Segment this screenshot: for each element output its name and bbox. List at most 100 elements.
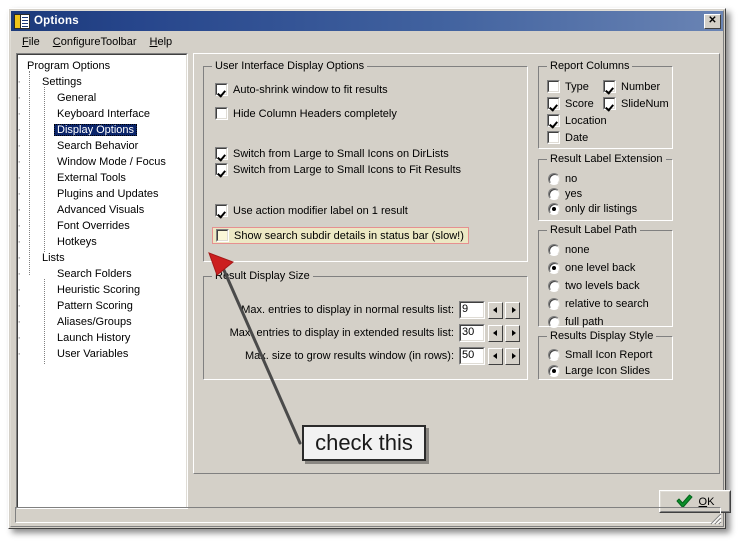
group-result-label-path-title: Result Label Path [547,224,640,236]
radio-label: relative to search [565,298,649,310]
tree-item-general[interactable]: ··· General [17,90,186,106]
group-result-label-extension: Result Label Extension no yes only dir l… [538,153,673,221]
tree-item-label: Advanced Visuals [57,204,145,216]
tree-item-lists[interactable]: ··· Lists [17,250,186,266]
group-report-columns: Report Columns Type Number Score SlideNu… [538,60,673,149]
radio-path-full-path[interactable]: full path [548,316,604,328]
radio-style-small-icon-report[interactable]: Small Icon Report [548,349,652,361]
menu-item-help[interactable]: Help [144,35,180,49]
tree-item-window-mode-focus[interactable]: ··· Window Mode / Focus [17,154,186,170]
radio-path-two-levels-back[interactable]: two levels back [548,280,640,292]
radio-extension-yes[interactable]: yes [548,188,582,200]
grow-window-input[interactable]: 50 [459,347,485,365]
tree-item-program-options[interactable]: Program Options [21,58,186,74]
radio-path-one-level-back[interactable]: one level back [548,262,635,274]
tree-item-hotkeys[interactable]: ··· Hotkeys [17,234,186,250]
checkbox-action-modifier-label[interactable]: Use action modifier label on 1 result [215,204,408,217]
tree-guide-line [44,279,45,364]
close-icon[interactable]: ✕ [704,13,721,29]
radio-path-relative-to-search[interactable]: relative to search [548,298,649,310]
checkbox-show-search-subdir-details[interactable]: Show search subdir details in status bar… [212,227,469,244]
tree-item-label: Program Options [27,60,111,72]
menu-item-file-label: ile [28,35,40,48]
tree-item-label: Search Folders [57,268,132,280]
tree-item-label: Display Options [54,124,138,136]
radio-extension-only-dir-listings[interactable]: only dir listings [548,203,637,215]
tree-item-advanced-visuals[interactable]: ··· Advanced Visuals [17,202,186,218]
tree-item-plugins-and-updates[interactable]: ··· Plugins and Updates [17,186,186,202]
tree-item-heuristic-scoring[interactable]: ··· Heuristic Scoring [17,282,186,298]
checkbox-column-type[interactable]: Type [547,80,589,93]
tree-item-settings[interactable]: ··· Settings [17,74,186,90]
checkbox-column-date[interactable]: Date [547,131,588,144]
checkbox-label: Switch from Large to Small Icons to Fit … [233,163,462,176]
resize-grip[interactable] [708,511,722,525]
tree-branch-icon: ··· [17,252,21,264]
tree-item-label: Aliases/Groups [57,316,132,328]
extended-results-input[interactable]: 30 [459,324,485,342]
tree-item-user-variables[interactable]: ··· User Variables [17,346,186,362]
annotation-callout-text: check this [315,430,413,455]
tree-item-launch-history[interactable]: ··· Launch History [17,330,186,346]
checkbox-column-location[interactable]: Location [547,114,607,127]
radio-label: only dir listings [565,203,638,215]
tree-branch-icon: ··· [17,92,21,104]
checkbox-small-icons-fit-results[interactable]: Switch from Large to Small Icons to Fit … [215,163,461,176]
field-grow-results-window: Max. size to grow results window (in row… [204,347,520,365]
chevron-right-icon[interactable] [505,324,520,342]
radio-path-none[interactable]: none [548,244,589,256]
tree-item-aliases-groups[interactable]: ··· Aliases/Groups [17,314,186,330]
checkbox-column-number[interactable]: Number [603,80,660,93]
menu-item-configuretoolbar[interactable]: ConfigureToolbar [47,35,144,49]
tree-item-external-tools[interactable]: ··· External Tools [17,170,186,186]
tree-branch-icon: ··· [17,204,21,216]
checkbox-icon [547,114,560,127]
grow-window-stepper[interactable] [488,347,520,365]
checkbox-auto-shrink[interactable]: Auto-shrink window to fit results [215,83,388,96]
chevron-left-icon[interactable] [488,324,503,342]
chevron-left-icon[interactable] [488,347,503,365]
radio-extension-no[interactable]: no [548,173,577,185]
checkbox-hide-column-headers[interactable]: Hide Column Headers completely [215,107,397,120]
radio-style-large-icon-slides[interactable]: Large Icon Slides [548,365,650,377]
tree-item-display-options[interactable]: ··· Display Options [17,122,186,138]
normal-results-stepper[interactable] [488,301,520,319]
radio-label: Large Icon Slides [565,365,650,377]
tree-branch-icon: ··· [17,172,21,184]
settings-tree-panel[interactable]: Program Options ··· Settings ··· General ··· K… [16,53,188,509]
tree-item-search-behavior[interactable]: ··· Search Behavior [17,138,186,154]
menu-item-file[interactable]: File [16,35,47,49]
chevron-left-icon[interactable] [488,301,503,319]
tree-item-label: Window Mode / Focus [57,156,166,168]
checkbox-small-icons-dirlists[interactable]: Switch from Large to Small Icons on DirL… [215,147,449,160]
tree-guide-line [44,87,45,252]
group-ui-display-options: User Interface Display Options Auto-shri… [203,60,528,262]
tree-item-font-overrides[interactable]: ··· Font Overrides [17,218,186,234]
chevron-right-icon[interactable] [505,347,520,365]
radio-icon [548,365,560,377]
normal-results-input[interactable]: 9 [459,301,485,319]
radio-label: full path [565,316,604,328]
tree-branch-icon: ··· [17,124,21,136]
tree-branch-icon: ··· [17,188,21,200]
tree-item-pattern-scoring[interactable]: ··· Pattern Scoring [17,298,186,314]
field-extended-results-list: Max. entries to display in extended resu… [204,324,520,342]
display-options-panel: User Interface Display Options Auto-shri… [193,53,720,474]
group-result-label-extension-title: Result Label Extension [547,153,666,165]
tree-item-label: Keyboard Interface [57,108,150,120]
checkbox-column-slidenum[interactable]: SlideNum [603,97,669,110]
tree-branch-icon: ··· [17,220,21,232]
status-bar [15,507,721,523]
tree-item-label: Launch History [57,332,131,344]
tree-item-search-folders[interactable]: ··· Search Folders [17,266,186,282]
group-report-columns-title: Report Columns [547,60,633,72]
menu-item-help-label: elp [157,35,173,48]
chevron-right-icon[interactable] [505,301,520,319]
tree-branch-icon: ··· [17,236,21,248]
checkbox-column-score[interactable]: Score [547,97,594,110]
tree-item-keyboard-interface[interactable]: ··· Keyboard Interface [17,106,186,122]
radio-icon [548,173,560,185]
extended-results-stepper[interactable] [488,324,520,342]
tree-branch-icon: ··· [17,108,21,120]
field-label: Max. size to grow results window (in row… [244,350,454,362]
